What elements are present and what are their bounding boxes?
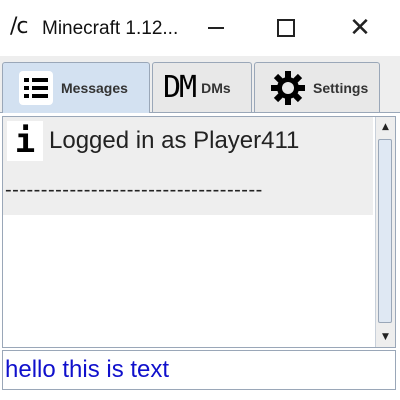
tab-settings-label: Settings [313, 79, 369, 96]
maximize-icon [277, 19, 295, 37]
dm-icon: DM [163, 70, 197, 105]
title-bar: /c Minecraft 1.12... ✕ [0, 0, 400, 56]
tab-messages-label: Messages [61, 80, 128, 96]
tab-messages[interactable]: Messages [2, 62, 150, 113]
tab-dms[interactable]: DM DMs [152, 62, 252, 112]
gear-icon [271, 70, 305, 105]
message-list: i Logged in as Player411 ---------------… [3, 117, 373, 215]
arrow-down-icon: ▼ [382, 332, 389, 342]
app-icon: /c [10, 14, 28, 39]
window-title: Minecraft 1.12... [42, 18, 179, 39]
maximize-button[interactable] [266, 10, 306, 46]
close-button[interactable]: ✕ [340, 10, 380, 46]
vertical-scrollbar[interactable]: ▲ ▼ [375, 117, 395, 347]
message-text: Logged in as Player411 [49, 127, 300, 154]
arrow-up-icon: ▲ [382, 122, 389, 132]
tab-strip: Messages DM DMs Settings [0, 56, 400, 113]
minimize-icon [208, 27, 224, 29]
scroll-down-button[interactable]: ▼ [376, 327, 395, 347]
list-icon [19, 71, 53, 105]
chat-input[interactable] [2, 350, 396, 390]
message-divider: ------------------------------------ [5, 179, 263, 201]
scroll-up-button[interactable]: ▲ [376, 117, 395, 137]
minimize-button[interactable] [196, 10, 236, 46]
scroll-thumb[interactable] [378, 139, 392, 323]
message-panel: i Logged in as Player411 ---------------… [2, 116, 396, 348]
tab-settings[interactable]: Settings [254, 62, 380, 112]
close-icon: ✕ [349, 13, 371, 43]
info-icon: i [7, 121, 43, 161]
tab-dms-label: DMs [201, 79, 231, 96]
